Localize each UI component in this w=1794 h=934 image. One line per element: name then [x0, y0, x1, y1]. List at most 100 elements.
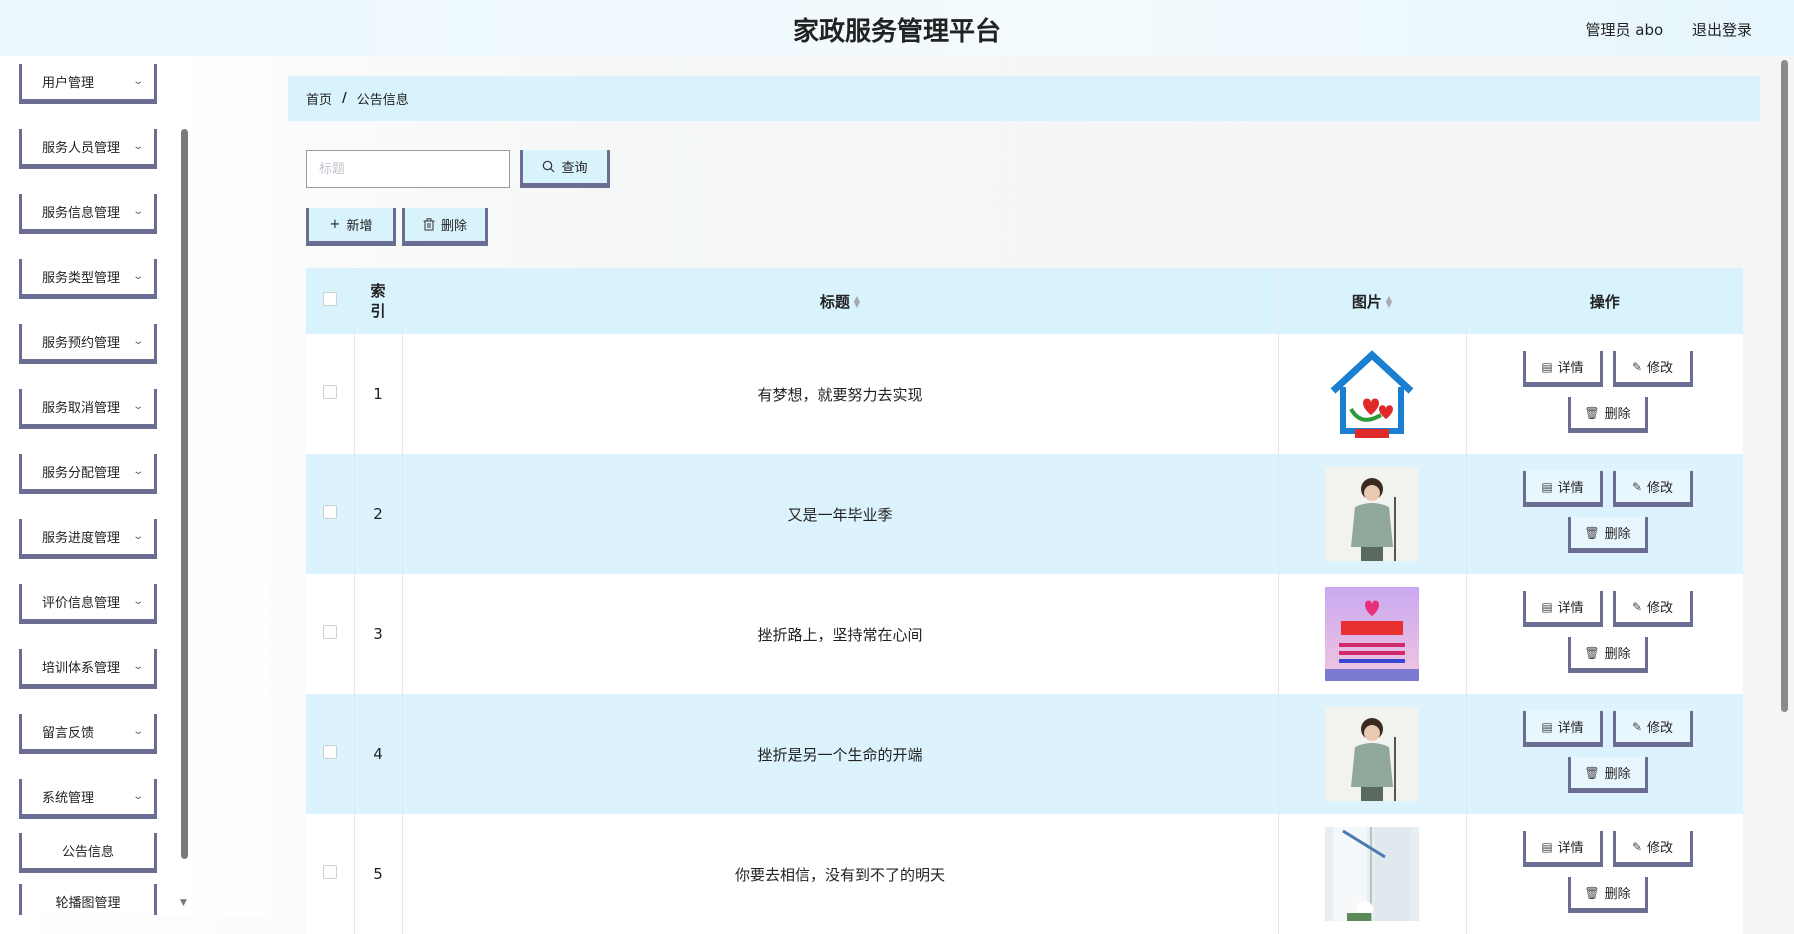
row-title: 挫折路上，坚持常在心间: [402, 574, 1279, 694]
row-index: 4: [354, 694, 403, 814]
row-checkbox[interactable]: [322, 745, 337, 759]
trash-icon: 🗑: [1584, 405, 1600, 420]
row-actions: ▤ 详情 ✎ 修改 🗑 删除: [1468, 695, 1743, 813]
sidebar-item-label: 培训体系管理: [42, 661, 121, 676]
row-title: 又是一年毕业季: [402, 454, 1279, 574]
chevron-down-icon: ⌄: [131, 336, 144, 347]
sidebar-item-label: 服务取消管理: [42, 401, 121, 416]
image-header[interactable]: 图片 ▲ ▼: [1278, 268, 1467, 334]
row-checkbox[interactable]: [322, 865, 337, 879]
sidebar-item-service-progress[interactable]: 服务进度管理 ⌄: [19, 519, 157, 559]
row-actions: ▤ 详情 ✎ 修改 🗑 删除: [1468, 455, 1743, 573]
sidebar-item-system[interactable]: 系统管理 ⌄: [19, 779, 157, 819]
pencil-icon: ✎: [1631, 719, 1643, 734]
edit-button-label: 修改: [1647, 601, 1674, 616]
sidebar-item-label: 留言反馈: [42, 726, 95, 741]
add-button[interactable]: + 新增: [306, 208, 396, 246]
main-scrollbar[interactable]: [1781, 60, 1788, 712]
title-header-label: 标题: [819, 292, 850, 311]
logout-link[interactable]: 退出登录: [1692, 21, 1752, 39]
sidebar-item-training[interactable]: 培训体系管理 ⌄: [19, 649, 157, 689]
detail-button[interactable]: ▤ 详情: [1522, 351, 1603, 387]
sidebar-item-service-booking[interactable]: 服务预约管理 ⌄: [19, 324, 157, 364]
sidebar-item-reviews[interactable]: 评价信息管理 ⌄: [19, 584, 157, 624]
sidebar-subitem-announcements[interactable]: 公告信息: [19, 833, 157, 873]
housekeeper-photo-image: [1325, 467, 1419, 561]
sidebar-item-service-assign[interactable]: 服务分配管理 ⌄: [19, 454, 157, 494]
title-header[interactable]: 标题 ▲ ▼: [402, 268, 1279, 334]
delete-button[interactable]: 🗑 删除: [1567, 397, 1648, 433]
breadcrumb-separator: /: [342, 91, 347, 106]
plus-icon: +: [329, 217, 341, 232]
pencil-icon: ✎: [1631, 839, 1643, 854]
edit-button[interactable]: ✎ 修改: [1612, 711, 1693, 747]
detail-button[interactable]: ▤ 详情: [1522, 831, 1603, 867]
edit-button[interactable]: ✎ 修改: [1612, 831, 1693, 867]
sidebar-subitem-carousel[interactable]: 轮播图管理: [19, 884, 157, 915]
search-title-input[interactable]: [306, 150, 510, 188]
detail-button[interactable]: ▤ 详情: [1522, 711, 1603, 747]
sidebar-item-feedback[interactable]: 留言反馈 ⌄: [19, 714, 157, 754]
row-actions: ▤ 详情 ✎ 修改 🗑 删除: [1468, 815, 1743, 933]
select-all-header: [306, 268, 355, 334]
header-user-area: 管理员 abo 退出登录: [1562, 19, 1752, 40]
detail-button[interactable]: ▤ 详情: [1522, 471, 1603, 507]
row-title: 你要去相信，没有到不了的明天: [402, 814, 1279, 934]
scroll-down-arrow-icon[interactable]: ▼: [180, 898, 187, 908]
breadcrumb: 首页 / 公告信息: [288, 76, 1760, 121]
edit-button[interactable]: ✎ 修改: [1612, 591, 1693, 627]
chevron-down-icon: ⌄: [131, 271, 144, 282]
chevron-down-icon: ⌄: [131, 596, 144, 607]
sidebar-item-service-info[interactable]: 服务信息管理 ⌄: [19, 194, 157, 234]
sidebar-scrollbar[interactable]: [181, 129, 188, 859]
sidebar-item-label: 服务分配管理: [42, 466, 121, 481]
search-icon: [543, 160, 555, 173]
sidebar-item-service-staff[interactable]: 服务人员管理 ⌄: [19, 129, 157, 169]
sidebar-item-service-type[interactable]: 服务类型管理 ⌄: [19, 259, 157, 299]
top-header: 家政服务管理平台 管理员 abo 退出登录: [0, 0, 1794, 56]
index-header-label: 索引: [370, 282, 386, 320]
query-button[interactable]: 查询: [520, 150, 610, 188]
trash-icon: 🗑: [1584, 525, 1600, 540]
row-checkbox[interactable]: [322, 505, 337, 519]
sidebar-item-label: 用户管理: [42, 76, 95, 91]
add-button-label: 新增: [346, 219, 373, 234]
row-index: 2: [354, 454, 403, 574]
image-header-label: 图片: [1351, 292, 1382, 311]
row-index: 5: [354, 814, 403, 934]
delete-button[interactable]: 🗑 删除: [1567, 877, 1648, 913]
select-all-checkbox[interactable]: [322, 292, 337, 306]
sidebar-item-label: 服务预约管理: [42, 336, 121, 351]
row-checkbox[interactable]: [322, 625, 337, 639]
detail-button-label: 详情: [1557, 721, 1584, 736]
delete-button[interactable]: 🗑 删除: [1567, 637, 1648, 673]
batch-delete-button[interactable]: 删除: [402, 208, 488, 246]
sidebar-item-label: 系统管理: [42, 791, 95, 806]
document-icon: ▤: [1541, 599, 1553, 614]
sidebar-item-label: 评价信息管理: [42, 596, 121, 611]
ops-header-label: 操作: [1589, 292, 1620, 311]
delete-button[interactable]: 🗑 删除: [1567, 517, 1648, 553]
sidebar-item-label: 服务进度管理: [42, 531, 121, 546]
breadcrumb-home[interactable]: 首页: [306, 89, 332, 108]
row-actions: ▤ 详情 ✎ 修改 🗑 删除: [1468, 575, 1743, 693]
sidebar-item-label: 服务信息管理: [42, 206, 121, 221]
edit-button-label: 修改: [1647, 721, 1674, 736]
document-icon: ▤: [1541, 719, 1553, 734]
row-title: 有梦想，就要努力去实现: [402, 334, 1279, 454]
trash-icon: 🗑: [1584, 765, 1600, 780]
sidebar-item-service-cancel[interactable]: 服务取消管理 ⌄: [19, 389, 157, 429]
edit-button[interactable]: ✎ 修改: [1612, 351, 1693, 387]
delete-button-label: 删除: [1604, 767, 1631, 782]
edit-button[interactable]: ✎ 修改: [1612, 471, 1693, 507]
sort-icon[interactable]: ▲ ▼: [854, 295, 860, 309]
table-row: 5 你要去相信，没有到不了的明天 ▤ 详情 ✎ 修改 🗑 删除: [306, 814, 1743, 934]
delete-button[interactable]: 🗑 删除: [1567, 757, 1648, 793]
chevron-down-icon: ⌄: [131, 401, 144, 412]
detail-button[interactable]: ▤ 详情: [1522, 591, 1603, 627]
sidebar-item-users[interactable]: 用户管理 ⌄: [19, 64, 157, 104]
sort-icon[interactable]: ▲ ▼: [1386, 295, 1392, 309]
chevron-down-icon: ⌄: [131, 141, 144, 152]
row-checkbox[interactable]: [322, 385, 337, 399]
detail-button-label: 详情: [1557, 601, 1584, 616]
